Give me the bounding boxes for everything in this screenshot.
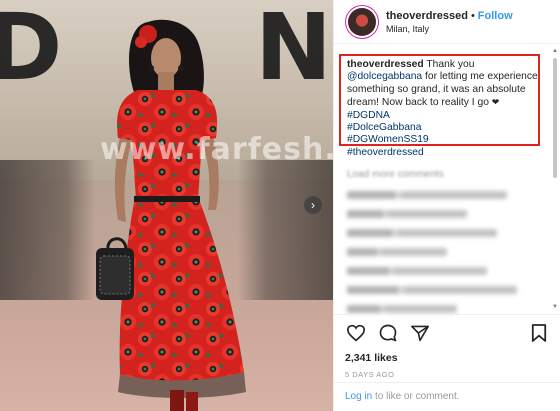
blurred-comment [347, 286, 517, 295]
model-figure [96, 19, 246, 411]
blurred-comment [347, 191, 507, 200]
instagram-post-view: D N www.farfesh › theoverdressed • Follo… [0, 0, 560, 411]
post-actions: 2,341 likes 5 DAYS AGO [333, 314, 560, 379]
hashtag-link[interactable]: #theoverdressed [347, 147, 424, 158]
blurred-comment [347, 229, 497, 238]
post-photo[interactable]: D N www.farfesh › [0, 0, 333, 411]
caption-highlight-box [339, 54, 540, 146]
blurred-comment [347, 305, 457, 314]
heart-icon[interactable] [345, 322, 367, 344]
watermark-text: www.farfesh.com [100, 132, 333, 167]
login-text: to like or comment. [372, 391, 460, 402]
post-header: theoverdressed • Follow Milan, Italy [334, 0, 560, 44]
comments-scrollbar[interactable]: ▲ ▼ [552, 48, 558, 310]
author-line: theoverdressed • Follow [386, 10, 513, 22]
author-username[interactable]: theoverdressed [386, 10, 468, 22]
scroll-up-icon[interactable]: ▲ [552, 48, 558, 54]
blurred-comment [347, 210, 467, 219]
location-link[interactable]: Milan, Italy [386, 24, 513, 34]
author-info: theoverdressed • Follow Milan, Italy [386, 10, 513, 34]
blurred-comment [347, 248, 447, 257]
blurred-comment [347, 267, 487, 276]
chevron-right-icon[interactable]: › [304, 196, 322, 214]
login-prompt: Log in to like or comment. [333, 382, 560, 411]
scroll-down-icon[interactable]: ▼ [552, 304, 558, 310]
separator-dot: • [470, 9, 475, 22]
comment-icon[interactable] [377, 322, 399, 344]
scrollbar-thumb[interactable] [553, 58, 557, 178]
follow-button[interactable]: Follow [478, 10, 513, 22]
bookmark-icon[interactable] [528, 322, 550, 344]
likes-count[interactable]: 2,341 likes [345, 352, 550, 364]
avatar[interactable] [348, 7, 376, 36]
login-link[interactable]: Log in [345, 391, 372, 402]
share-icon[interactable] [409, 322, 431, 344]
action-icons [345, 321, 550, 345]
load-more-comments[interactable]: Load more comments [347, 169, 549, 180]
post-date[interactable]: 5 DAYS AGO [345, 370, 550, 379]
